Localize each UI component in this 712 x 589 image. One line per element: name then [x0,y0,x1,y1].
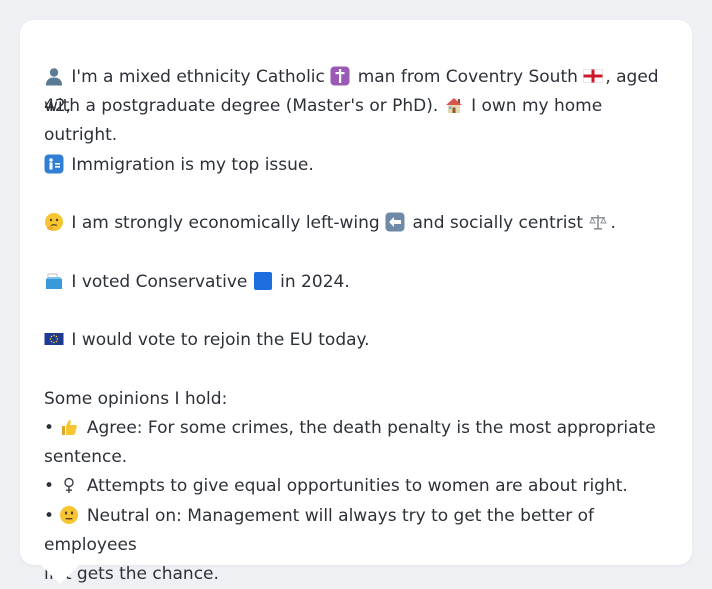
opinion-3-line-1: Neutral on: Management will always try t… [44,506,594,555]
opinion-item-3: • Neutral on: Management will always try… [44,502,668,589]
left-arrow-icon [385,212,405,232]
stance-line: I am strongly economically left-wing and… [44,209,668,238]
neutral-face-icon [59,505,79,525]
top-issue-line: Immigration is my top issue. [44,151,668,180]
stance-economic-text: I am strongly economically left-wing [71,213,380,233]
ballot-box-icon [44,271,64,291]
eu-text: I would vote to rejoin the EU today. [71,330,370,350]
latin-cross-icon [330,66,350,86]
opinion-1-line-1: Agree: For some crimes, the death penalt… [86,418,656,438]
thumbs-up-icon [59,417,79,437]
profile-line-2: with a postgraduate degree (Master's or … [44,92,668,150]
eu-flag-icon [44,329,64,349]
vote-text-1: I voted Conservative [71,272,248,292]
bullet: • [44,506,55,526]
opinion-item-1: • Agree: For some crimes, the death pena… [44,414,668,472]
vote-text-2: in 2024. [280,272,350,292]
profile-education-text: with a postgraduate degree (Master's or … [44,96,439,116]
england-flag-icon [583,66,604,86]
opinion-2-text: Attempts to give equal opportunities to … [86,476,628,496]
stance-social-text: and socially centrist [412,213,584,233]
speech-bubble-tail [41,565,79,584]
opinion-item-2: • Attempts to give equal opportunities t… [44,472,668,501]
passport-control-icon [44,154,64,174]
bullet: • [44,418,55,438]
stance-period: . [610,213,616,233]
person-icon [44,66,64,86]
thinking-face-icon [44,212,64,232]
eu-line: I would vote to rejoin the EU today. [44,326,668,355]
balance-scale-icon [588,212,608,232]
top-issue-text: Immigration is my top issue. [71,155,314,175]
profile-intro-text-1: I'm a mixed ethnicity Catholic [71,67,325,87]
house-icon [444,95,464,115]
profile-intro-text-2: man from Coventry South [357,67,578,87]
blue-square-icon [253,271,273,291]
opinion-1-line-2: sentence. [44,447,128,467]
persona-message-card: I'm a mixed ethnicity Catholic man from … [20,20,692,584]
bullet: • [44,476,55,496]
vote-line: I voted Conservative in 2024. [44,268,668,297]
female-sign-icon [59,475,79,495]
opinions-heading: Some opinions I hold: [44,389,228,409]
